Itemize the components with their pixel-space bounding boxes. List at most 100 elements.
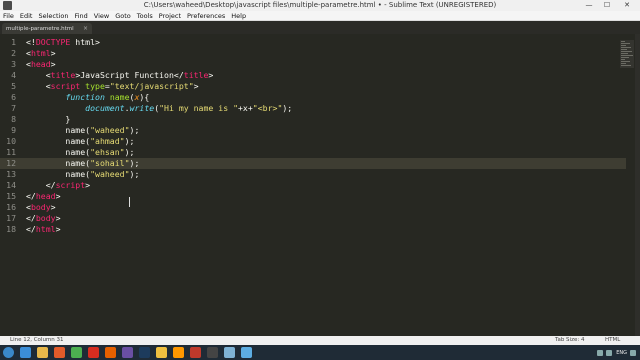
code-line[interactable]: <html> bbox=[26, 48, 56, 59]
minimap-row bbox=[621, 45, 626, 46]
tab-label: multiple-parametre.html bbox=[6, 25, 74, 32]
code-token: script bbox=[50, 81, 81, 91]
start-button[interactable] bbox=[3, 347, 14, 358]
window-controls: — ☐ ✕ bbox=[580, 0, 638, 11]
code-token: "waheed" bbox=[90, 125, 130, 135]
network-icon[interactable] bbox=[597, 349, 604, 356]
files-icon[interactable] bbox=[156, 347, 167, 358]
code-token: head bbox=[30, 59, 51, 69]
code-token: script bbox=[55, 180, 86, 190]
menu-goto[interactable]: Goto bbox=[115, 11, 131, 21]
code-token: ); bbox=[282, 103, 293, 113]
system-tray: ENG bbox=[594, 345, 636, 360]
firefox-icon[interactable] bbox=[105, 347, 116, 358]
code-token: name bbox=[109, 92, 130, 102]
code-token: > bbox=[85, 180, 91, 190]
minimap-row bbox=[621, 57, 629, 58]
minimap-row bbox=[621, 49, 627, 50]
code-line[interactable]: </head> bbox=[26, 191, 61, 202]
code-token: write bbox=[129, 103, 155, 113]
code-token: ); bbox=[129, 158, 140, 168]
close-button[interactable]: ✕ bbox=[616, 0, 638, 11]
code-token: html bbox=[35, 224, 56, 234]
code-line[interactable]: } bbox=[26, 114, 70, 125]
menu-project[interactable]: Project bbox=[159, 11, 181, 21]
tab-multiple-parametre[interactable]: multiple-parametre.html × bbox=[2, 23, 92, 34]
code-line[interactable]: <!DOCTYPE html> bbox=[26, 37, 100, 48]
code-line[interactable]: document.write("Hi my name is "+x+"<br>"… bbox=[26, 103, 292, 114]
line-number: 2 bbox=[11, 48, 16, 58]
language-indicator[interactable]: ENG bbox=[616, 350, 627, 356]
code-line[interactable]: name("waheed"); bbox=[26, 169, 139, 180]
terminal-icon[interactable] bbox=[207, 347, 218, 358]
code-line[interactable]: <script type="text/javascript"> bbox=[26, 81, 199, 92]
code-line[interactable]: name("waheed"); bbox=[26, 125, 139, 136]
code-token: html bbox=[30, 48, 51, 58]
code-token: title bbox=[50, 70, 76, 80]
app3-icon[interactable] bbox=[224, 347, 235, 358]
code-line[interactable]: function name(x){ bbox=[26, 92, 149, 103]
menu-selection[interactable]: Selection bbox=[38, 11, 68, 21]
volume-icon[interactable] bbox=[606, 349, 613, 356]
youtube-icon[interactable] bbox=[88, 347, 99, 358]
code-line[interactable]: name("ahmad"); bbox=[26, 136, 134, 147]
menu-find[interactable]: Find bbox=[74, 11, 87, 21]
maximize-button[interactable]: ☐ bbox=[598, 0, 616, 11]
code-editor[interactable]: 1 <!DOCTYPE html> 2 <html> 3 <head> 4 <title>J… bbox=[0, 34, 640, 336]
menu-edit[interactable]: Edit bbox=[20, 11, 33, 21]
syntax-selector[interactable]: HTML bbox=[605, 336, 620, 345]
vertical-scrollbar[interactable] bbox=[635, 34, 640, 336]
folder-icon[interactable] bbox=[37, 347, 48, 358]
code-token: } bbox=[26, 114, 71, 124]
code-token: ); bbox=[124, 147, 135, 157]
code-token: name( bbox=[26, 136, 91, 146]
code-token: > bbox=[208, 70, 214, 80]
ie-icon[interactable] bbox=[20, 347, 31, 358]
code-line[interactable]: name("ehsan"); bbox=[26, 147, 134, 158]
app2-icon[interactable] bbox=[190, 347, 201, 358]
code-token: "<br>" bbox=[252, 103, 283, 113]
code-line[interactable]: </body> bbox=[26, 213, 61, 224]
line-number: 11 bbox=[6, 147, 16, 157]
code-token: "waheed" bbox=[90, 169, 130, 179]
code-token: body bbox=[30, 202, 51, 212]
code-token: > bbox=[55, 191, 61, 201]
code-token: > bbox=[55, 224, 61, 234]
minimize-button[interactable]: — bbox=[580, 0, 598, 11]
code-line[interactable]: name("sohail"); bbox=[26, 158, 139, 169]
media-icon[interactable] bbox=[54, 347, 65, 358]
menu-view[interactable]: View bbox=[94, 11, 109, 21]
line-number: 7 bbox=[11, 103, 16, 113]
app-icon[interactable] bbox=[122, 347, 133, 358]
line-number: 3 bbox=[11, 59, 16, 69]
menu-tools[interactable]: Tools bbox=[137, 11, 153, 21]
sublime-icon[interactable] bbox=[173, 347, 184, 358]
code-line[interactable]: <head> bbox=[26, 59, 56, 70]
line-number: 10 bbox=[6, 136, 16, 146]
code-line[interactable]: <title>JavaScript Function</title> bbox=[26, 70, 214, 81]
tab-bar: multiple-parametre.html × bbox=[0, 21, 640, 34]
tab-size-selector[interactable]: Tab Size: 4 bbox=[555, 336, 584, 345]
code-token: </ bbox=[26, 191, 36, 201]
minimap[interactable] bbox=[620, 40, 634, 68]
code-line[interactable]: </html> bbox=[26, 224, 61, 235]
code-token: ); bbox=[129, 125, 140, 135]
menu-file[interactable]: File bbox=[3, 11, 14, 21]
menu-preferences[interactable]: Preferences bbox=[187, 11, 225, 21]
code-token: +x+ bbox=[238, 103, 253, 113]
code-token: title bbox=[183, 70, 209, 80]
code-line[interactable]: </script> bbox=[26, 180, 90, 191]
app4-icon[interactable] bbox=[241, 347, 252, 358]
code-line[interactable]: <body> bbox=[26, 202, 56, 213]
code-token: head bbox=[35, 191, 56, 201]
photoshop-icon[interactable] bbox=[139, 347, 150, 358]
clock-icon[interactable] bbox=[630, 349, 636, 356]
chrome-icon[interactable] bbox=[71, 347, 82, 358]
title-bar: C:\Users\waheed\Desktop\javascript files… bbox=[0, 0, 640, 11]
code-token: < bbox=[26, 81, 51, 91]
tab-close-icon[interactable]: × bbox=[83, 25, 88, 32]
code-token: "ehsan" bbox=[90, 147, 125, 157]
code-token: <! bbox=[26, 37, 36, 47]
menu-help[interactable]: Help bbox=[231, 11, 246, 21]
